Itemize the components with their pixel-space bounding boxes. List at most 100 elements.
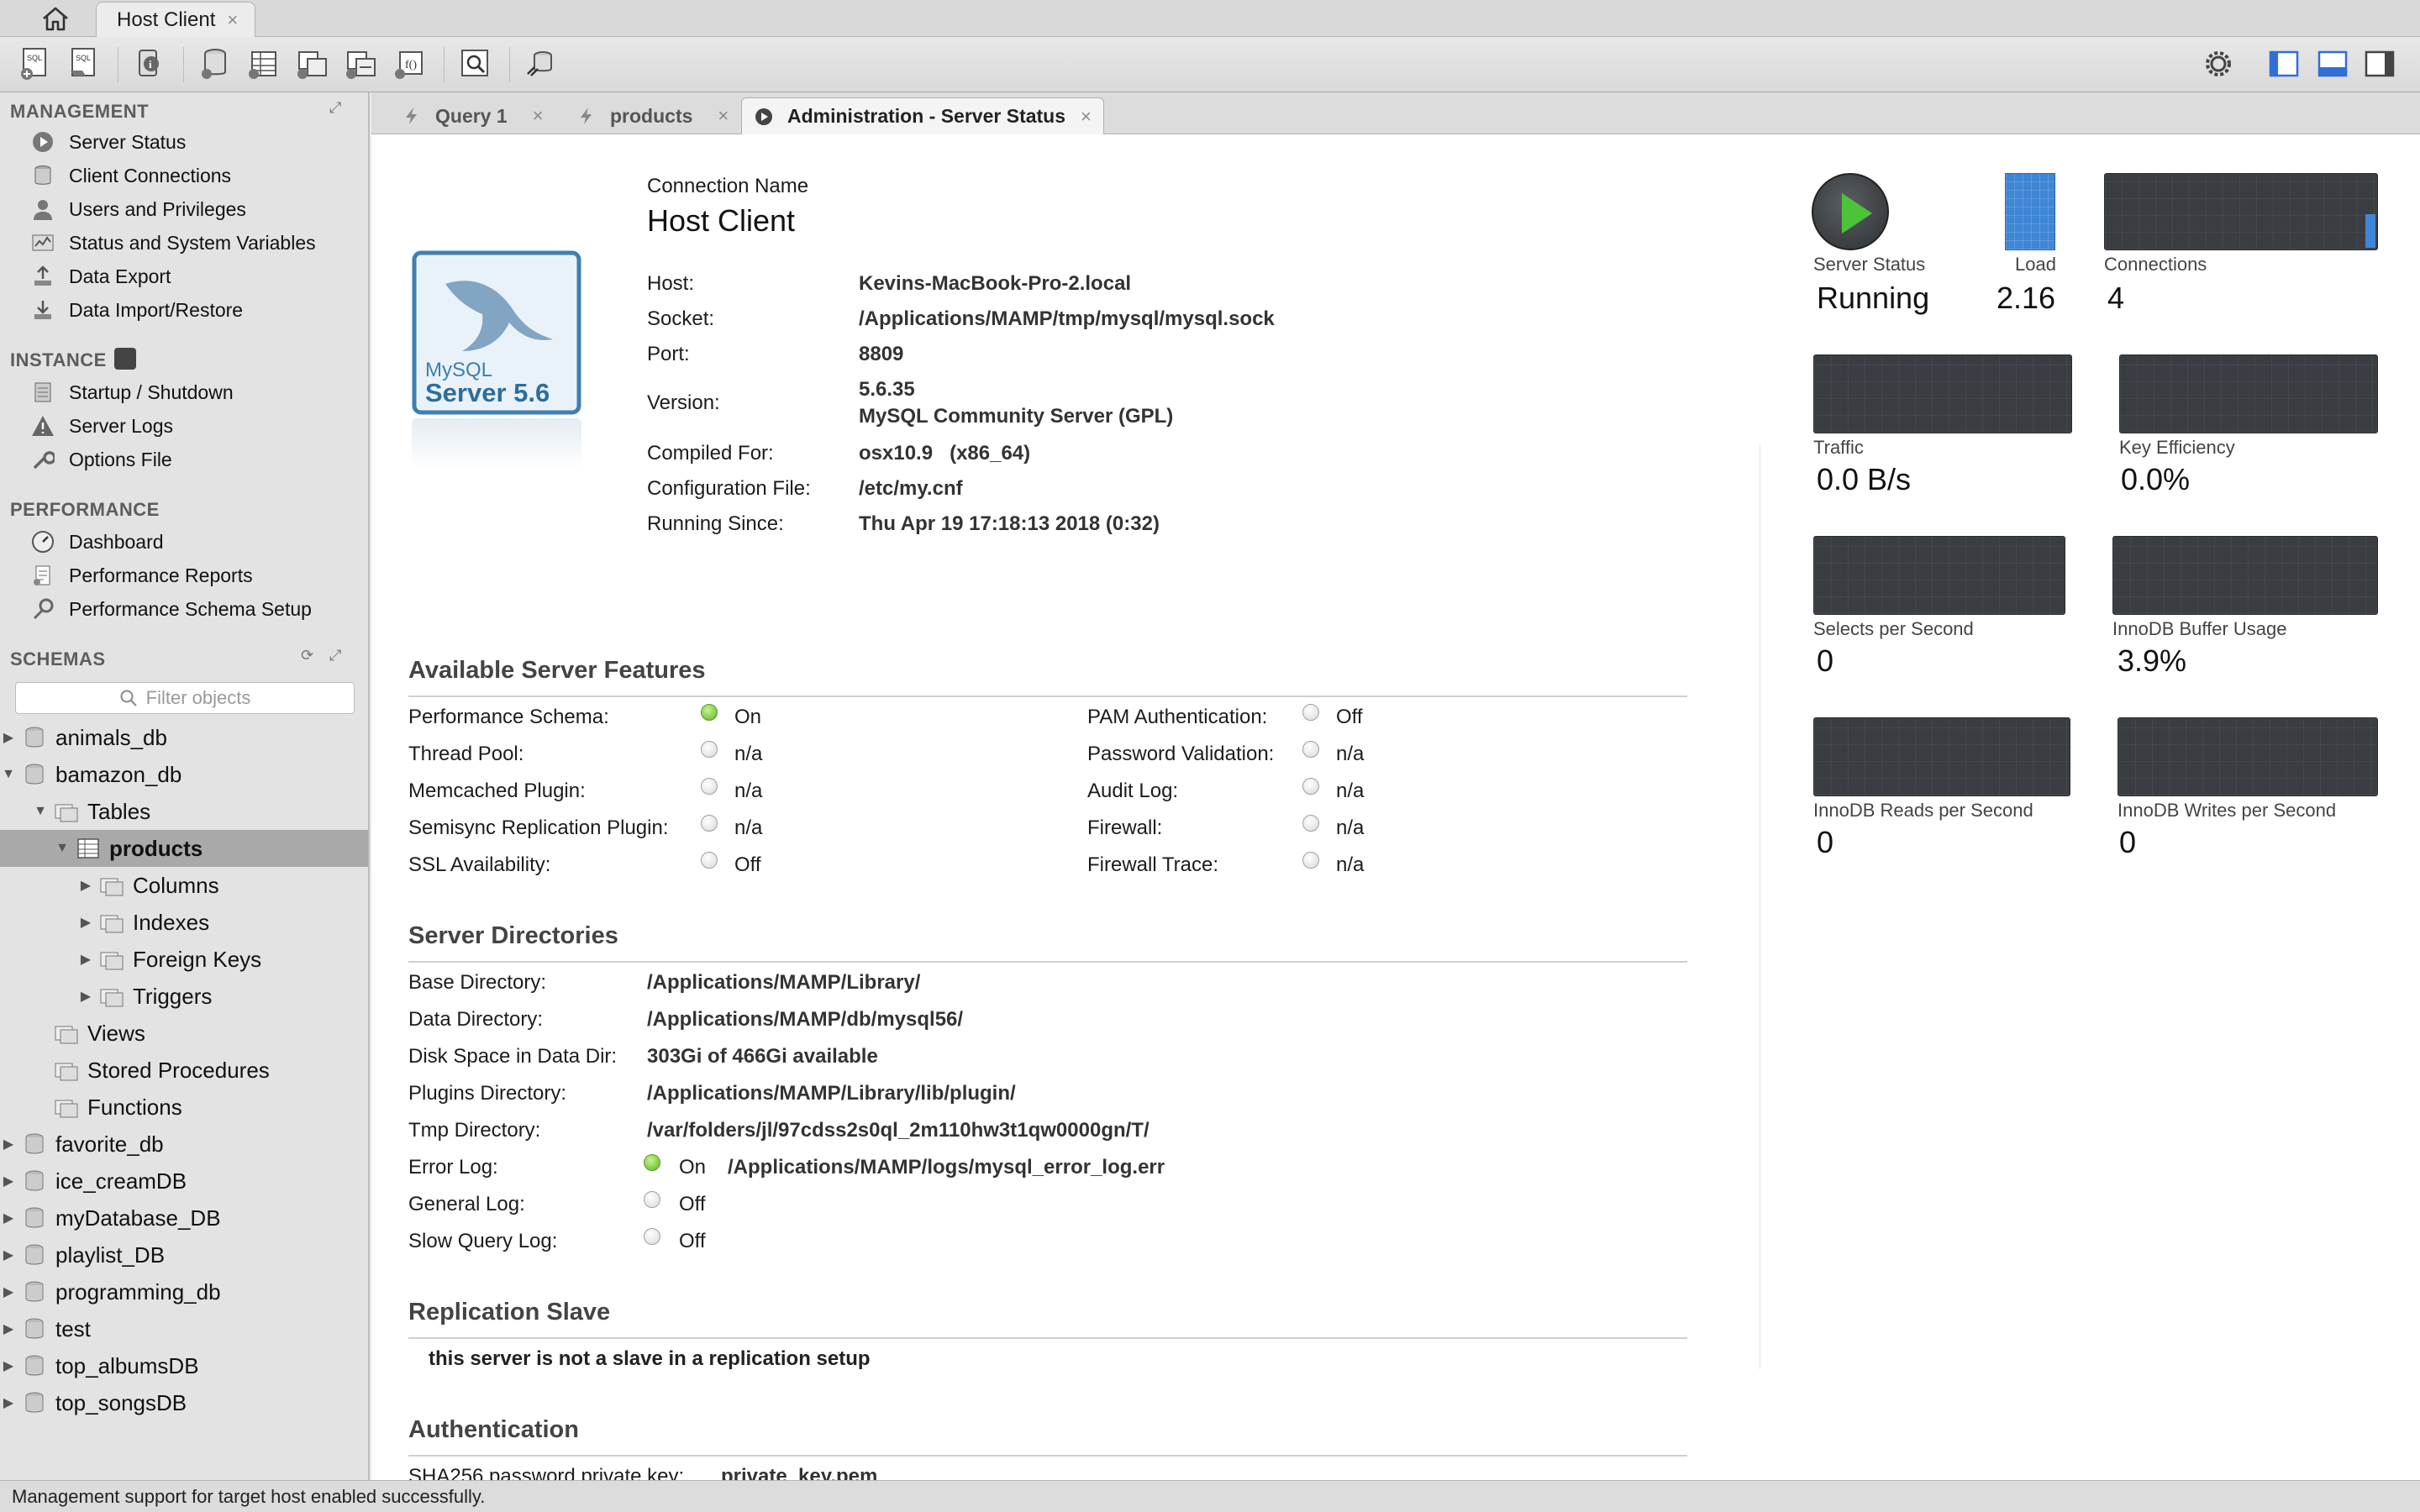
expand-arrow-icon[interactable]: ▶ [0,1247,17,1263]
toggle-sidebar-button[interactable] [2264,44,2304,84]
server-info-button[interactable]: i [129,44,170,84]
nav-label: Server Status [69,130,187,153]
feature-label: Thread Pool: [408,743,524,765]
schema-name: myDatabase_DB [55,1205,221,1231]
preferences-button[interactable] [2198,44,2238,84]
collapse-arrow-icon[interactable]: ▼ [32,804,49,819]
reconnect-button[interactable] [521,44,561,84]
tab-query-1[interactable]: Query 1 × [390,97,555,134]
expand-arrow-icon[interactable]: ▶ [77,951,94,968]
connection-tab[interactable]: Host Client × [96,2,255,37]
schemas-section-title: SCHEMAS [10,648,106,669]
schema-row[interactable]: ▶ favorite_db [0,1126,368,1163]
schema-row[interactable]: ▶ top_songsDB [0,1384,368,1421]
feature-label: Semisync Replication Plugin: [408,816,669,839]
collapse-arrow-icon[interactable]: ▼ [54,841,71,856]
schema-row[interactable]: ▶ animals_db [0,719,368,756]
collapse-arrow-icon[interactable]: ▼ [0,767,17,782]
open-sql-script-button[interactable]: SQL [64,44,104,84]
schema-row[interactable]: ▶ test [0,1310,368,1347]
schema-row[interactable]: ▶ top_albumsDB [0,1347,368,1384]
expand-arrow-icon[interactable]: ▶ [77,914,94,931]
new-sql-tab-button[interactable]: SQL [15,44,55,84]
create-procedure-button[interactable] [341,44,381,84]
replication-section-title: Replication Slave [408,1299,611,1326]
log-label: Error Log: [408,1156,498,1179]
refresh-icon[interactable]: ⟳ [301,647,318,664]
nav-startup-shutdown[interactable]: Startup / Shutdown [30,376,234,408]
create-function-button[interactable]: f() [390,44,430,84]
nav-data-import-restore[interactable]: Data Import/Restore [30,294,243,326]
log-status-indicator [644,1228,660,1245]
create-view-button[interactable] [292,44,333,84]
tree-table-row-selected[interactable]: ▼ products [0,830,368,867]
toggle-output-panel-button[interactable] [2312,44,2353,84]
expand-arrow-icon[interactable]: ▶ [0,1173,17,1189]
server-status-panel: MySQL Server 5.6 Connection Name Host Cl… [371,134,2420,1480]
connection-name-value: Host Client [647,203,796,238]
schema-icon [25,727,44,748]
expand-arrow-icon[interactable]: ▶ [0,1136,17,1152]
innodb-buffer-graph [2112,536,2378,615]
schema-row[interactable]: ▶ ice_creamDB [0,1163,368,1200]
nav-users-and-privileges[interactable]: Users and Privileges [30,193,246,225]
expand-icon[interactable]: ⤢ [329,647,346,664]
info-label: Version: [647,391,720,414]
search-table-data-button[interactable] [455,44,496,84]
secondary-sidebar-toggle-icon [2365,50,2395,77]
schema-name: top_songsDB [55,1389,187,1415]
close-icon[interactable]: × [718,105,729,127]
close-icon[interactable]: × [533,105,544,127]
expand-arrow-icon[interactable]: ▶ [0,1357,17,1374]
tree-folder-row[interactable]: ▶ Triggers [0,978,368,1015]
create-table-button[interactable] [244,44,284,84]
close-icon[interactable]: × [227,9,238,31]
tree-folder-row[interactable]: ▼ Tables [0,793,368,830]
tree-folder-row[interactable]: Stored Procedures [0,1052,368,1089]
nav-performance-schema-setup[interactable]: Performance Schema Setup [30,593,312,625]
close-icon[interactable]: × [1081,106,1092,128]
schema-row[interactable]: ▼ bamazon_db [0,756,368,793]
tree-label: Functions [87,1094,182,1120]
startup-icon [34,382,51,402]
tree-folder-row[interactable]: ▶ Foreign Keys [0,941,368,978]
schema-row[interactable]: ▶ playlist_DB [0,1236,368,1273]
toggle-secondary-sidebar-button[interactable] [2360,44,2400,84]
tab-administration-server-status[interactable]: Administration - Server Status × [741,97,1104,134]
tree-folder-row[interactable]: ▶ Indexes [0,904,368,941]
expand-arrow-icon[interactable]: ▶ [0,729,17,746]
output-panel-toggle-icon [2317,50,2348,77]
section-divider [408,1455,1687,1457]
schema-row[interactable]: ▶ programming_db [0,1273,368,1310]
schema-icon [25,1281,44,1302]
expand-icon[interactable]: ⤢ [329,99,346,116]
expand-arrow-icon[interactable]: ▶ [0,1210,17,1226]
nav-dashboard[interactable]: Dashboard [30,526,164,558]
schema-row[interactable]: ▶ myDatabase_DB [0,1200,368,1236]
home-button[interactable] [34,3,77,34]
expand-arrow-icon[interactable]: ▶ [0,1394,17,1411]
schema-filter-input[interactable]: Filter objects [15,682,355,714]
wrench-icon [33,451,55,470]
tree-label: Columns [133,872,219,898]
nav-data-export[interactable]: Data Export [30,260,171,292]
replication-status-text: this server is not a slave in a replicat… [429,1347,871,1370]
nav-client-connections[interactable]: Client Connections [30,160,231,192]
create-schema-button[interactable] [195,44,235,84]
nav-label: Users and Privileges [69,197,246,220]
expand-arrow-icon[interactable]: ▶ [77,988,94,1005]
expand-arrow-icon[interactable]: ▶ [0,1284,17,1300]
nav-server-logs[interactable]: Server Logs [30,410,173,442]
nav-performance-reports[interactable]: Performance Reports [30,559,253,591]
nav-status-and-system-variables[interactable]: Status and System Variables [30,227,316,259]
nav-options-file[interactable]: Options File [30,444,172,475]
nav-server-status[interactable]: Server Status [30,126,186,158]
tree-folder-row[interactable]: Views [0,1015,368,1052]
expand-arrow-icon[interactable]: ▶ [77,877,94,894]
load-bar [2005,173,2055,250]
tree-folder-row[interactable]: ▶ Columns [0,867,368,904]
feature-status-indicator [1302,778,1319,795]
tree-folder-row[interactable]: Functions [0,1089,368,1126]
tab-products[interactable]: products × [565,97,740,134]
expand-arrow-icon[interactable]: ▶ [0,1320,17,1337]
